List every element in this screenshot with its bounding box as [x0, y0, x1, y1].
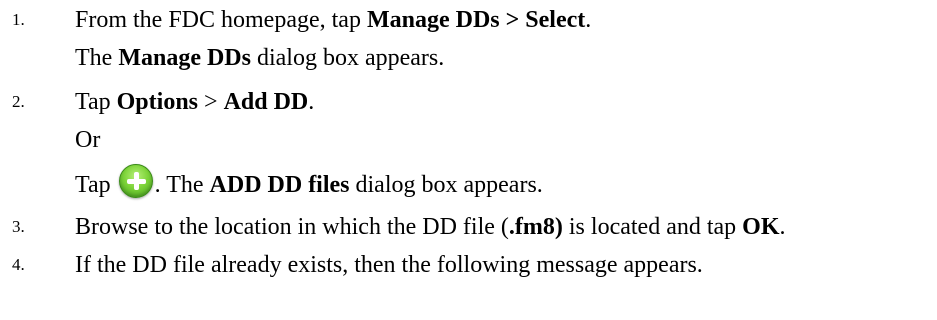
- step-number: 4.: [12, 255, 25, 274]
- step-text: Tap Options > Add DD.: [75, 89, 315, 115]
- step-text: If the DD file already exists, then the …: [75, 252, 703, 278]
- menu-name: Options: [116, 89, 199, 115]
- file-extension: .fm8): [508, 214, 563, 240]
- dialog-name: ADD DD files: [209, 172, 350, 198]
- dialog-name: Manage DDs: [118, 45, 251, 71]
- step-text: From the FDC homepage, tap Manage DDs > …: [75, 7, 592, 33]
- or-text: Or: [75, 127, 101, 153]
- green-plus-icon: [118, 164, 153, 198]
- menu-path: Manage DDs > Select: [366, 7, 586, 33]
- step-text: Browse to the location in which the DD f…: [75, 214, 786, 240]
- ok-label: OK: [742, 214, 780, 240]
- step-alt-text: Tap . The ADD DD files dialog box appear…: [75, 164, 543, 200]
- step-number: 3.: [12, 217, 25, 236]
- step-number: 1.: [12, 10, 25, 29]
- step-number: 2.: [12, 92, 25, 111]
- menu-item-name: Add DD: [223, 89, 309, 115]
- step-result-text: The Manage DDs dialog box appears.: [75, 45, 445, 71]
